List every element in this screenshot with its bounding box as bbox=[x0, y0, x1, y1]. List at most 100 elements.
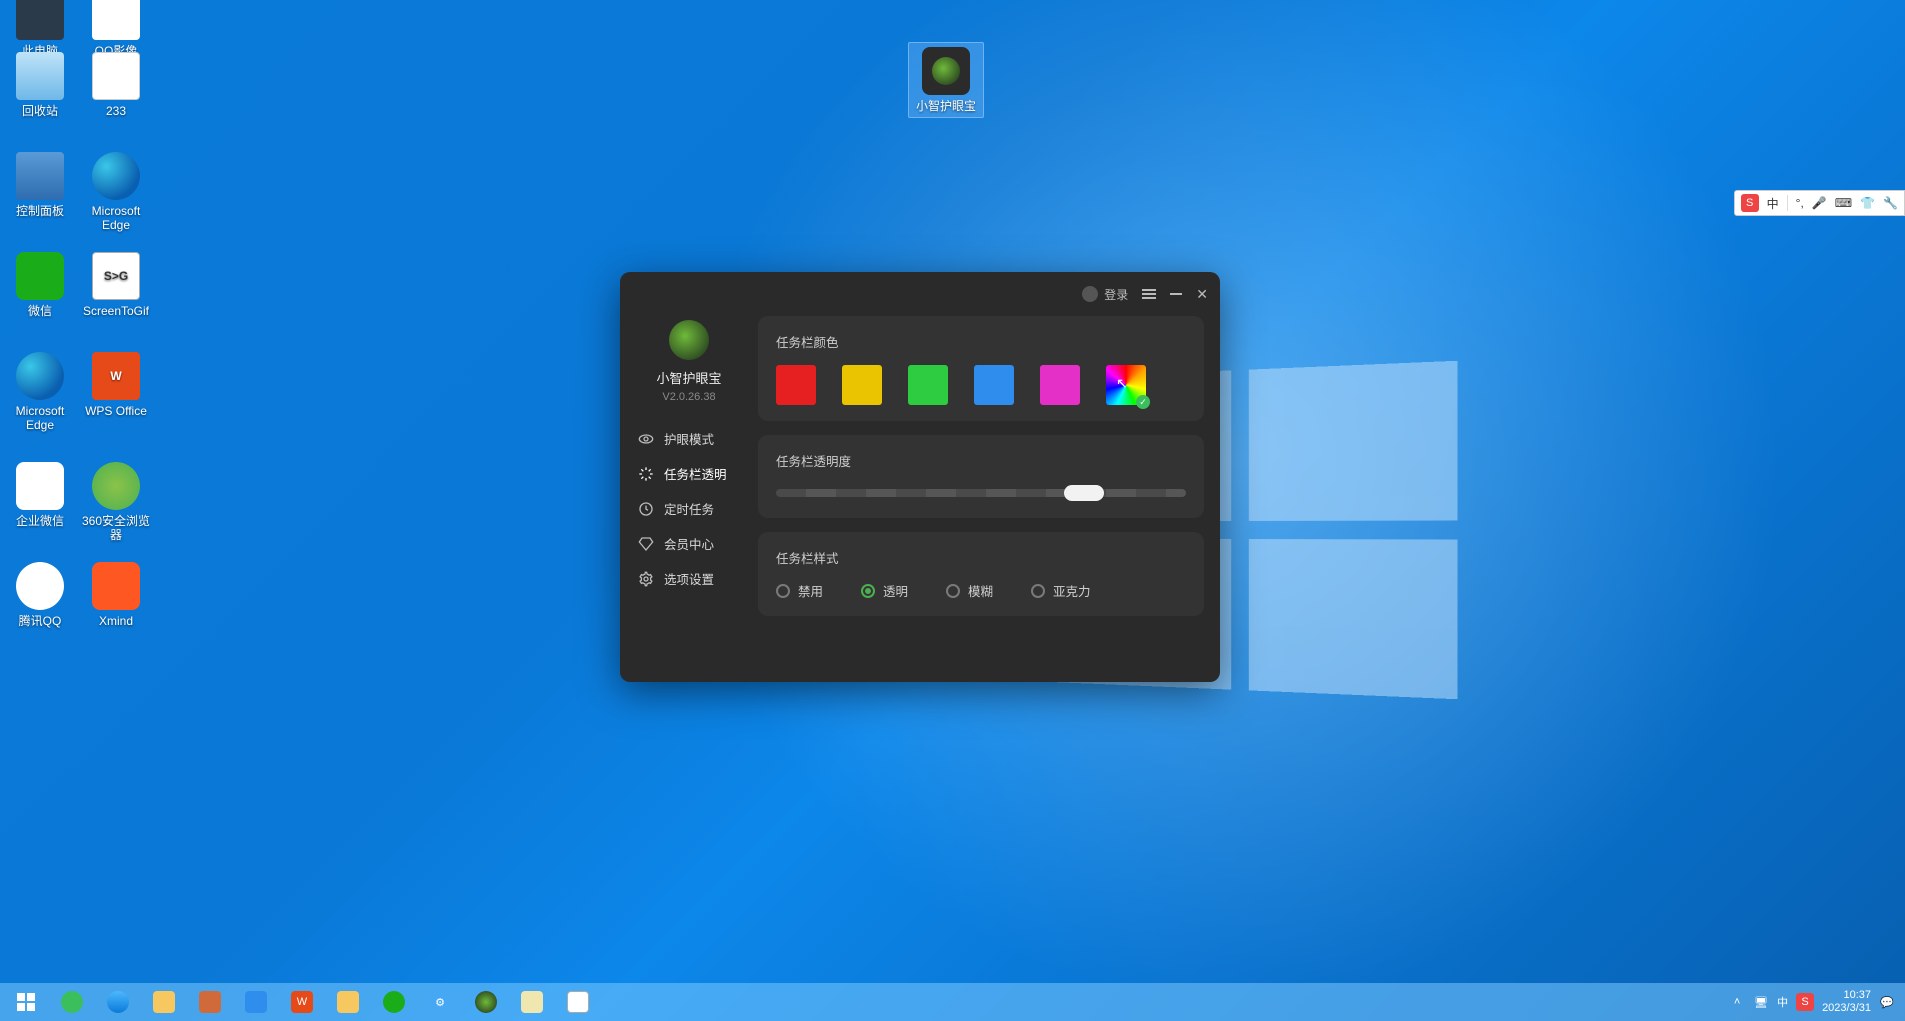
swatch-yellow[interactable] bbox=[842, 365, 882, 405]
windows-icon bbox=[17, 993, 35, 1011]
tray-ime-lang[interactable]: 中 bbox=[1777, 994, 1788, 1010]
panel-colors: 任务栏颜色 ↖ ✓ bbox=[758, 316, 1204, 421]
icon-label: WPS Office bbox=[85, 404, 147, 418]
taskbar-app-360[interactable] bbox=[50, 983, 94, 1021]
nav-label: 护眼模式 bbox=[664, 429, 714, 448]
login-button[interactable]: 登录 bbox=[1082, 286, 1128, 303]
check-icon: ✓ bbox=[1136, 395, 1150, 409]
sparkle-icon bbox=[638, 466, 654, 482]
taskbar-app-blue[interactable] bbox=[234, 983, 278, 1021]
nav-label: 会员中心 bbox=[664, 534, 714, 553]
taskbar-app-wps[interactable]: W bbox=[280, 983, 324, 1021]
content-area: 任务栏颜色 ↖ ✓ 任务栏透明度 bbox=[758, 316, 1220, 682]
taskbar-app-settings[interactable]: ⚙ bbox=[418, 983, 462, 1021]
taskbar-app-eyecare[interactable] bbox=[464, 983, 508, 1021]
ime-mic-icon[interactable]: 🎤 bbox=[1812, 196, 1827, 210]
tray-chevron-up-icon[interactable]: ˄ bbox=[1729, 994, 1745, 1010]
desktop-icon-recycle-bin[interactable]: 回收站 bbox=[2, 52, 78, 118]
taskbar-app-doc[interactable] bbox=[510, 983, 554, 1021]
nav-member[interactable]: 会员中心 bbox=[630, 526, 748, 561]
login-label: 登录 bbox=[1104, 286, 1128, 303]
tray-notifications-icon[interactable]: 💬 bbox=[1879, 994, 1895, 1010]
opacity-slider[interactable] bbox=[776, 484, 1186, 502]
taskbar-app-folder[interactable] bbox=[326, 983, 370, 1021]
icon-label: 控制面板 bbox=[16, 204, 64, 218]
desktop-icon-app-selected[interactable]: 小智护眼宝 bbox=[908, 42, 984, 118]
start-button[interactable] bbox=[4, 983, 48, 1021]
icon-label: 企业微信 bbox=[16, 514, 64, 528]
icon-label: 233 bbox=[106, 104, 126, 118]
swatch-magenta[interactable] bbox=[1040, 365, 1080, 405]
radio-acrylic[interactable]: 亚克力 bbox=[1031, 581, 1091, 600]
cursor-icon: ↖ bbox=[1116, 375, 1128, 392]
desktop-icon-wechat[interactable]: 微信 bbox=[2, 252, 78, 318]
taskbar-app-window[interactable] bbox=[556, 983, 600, 1021]
nav-eye-mode[interactable]: 护眼模式 bbox=[630, 421, 748, 456]
radio-label: 亚克力 bbox=[1053, 581, 1091, 600]
swatch-custom[interactable]: ↖ ✓ bbox=[1106, 365, 1146, 405]
ime-lang[interactable]: 中 bbox=[1767, 195, 1779, 212]
desktop-icon-edge2[interactable]: Microsoft Edge bbox=[2, 352, 78, 433]
desktop-icon-xmind[interactable]: Xmind bbox=[78, 562, 154, 628]
tray-network-icon[interactable]: 🖥 bbox=[1753, 994, 1769, 1010]
clock-icon bbox=[638, 501, 654, 517]
ime-skin-icon[interactable]: 👕 bbox=[1860, 196, 1875, 210]
desktop-icon-textfile[interactable]: 233 bbox=[78, 52, 154, 118]
nav-label: 任务栏透明 bbox=[664, 464, 727, 483]
nav-settings[interactable]: 选项设置 bbox=[630, 561, 748, 596]
desktop-icon-computer[interactable]: 此电脑 bbox=[2, 0, 78, 58]
titlebar[interactable]: 登录 ✕ bbox=[620, 272, 1220, 316]
icon-label: Microsoft Edge bbox=[78, 204, 154, 233]
avatar-icon bbox=[1082, 286, 1098, 302]
eye-icon bbox=[638, 431, 654, 447]
ime-floating-bar[interactable]: S 中 °, 🎤 ⌨ 👕 🔧 bbox=[1734, 190, 1905, 216]
desktop-icon-edge[interactable]: Microsoft Edge bbox=[78, 152, 154, 233]
taskbar-app-explorer[interactable] bbox=[142, 983, 186, 1021]
menu-button[interactable] bbox=[1142, 289, 1156, 299]
icon-label: ScreenToGif bbox=[83, 304, 149, 318]
desktop-icon-control-panel[interactable]: 控制面板 bbox=[2, 152, 78, 218]
app-version: V2.0.26.38 bbox=[662, 391, 715, 403]
sidebar: 小智护眼宝 V2.0.26.38 护眼模式 任务栏透明 bbox=[620, 316, 758, 682]
tray-clock[interactable]: 10:37 2023/3/31 bbox=[1822, 989, 1871, 1014]
panel-style: 任务栏样式 禁用 透明 模糊 bbox=[758, 532, 1204, 616]
nav-label: 选项设置 bbox=[664, 569, 714, 588]
desktop-icon-qq[interactable]: 腾讯QQ bbox=[2, 562, 78, 628]
close-icon: ✕ bbox=[1196, 286, 1208, 303]
system-tray[interactable]: ˄ 🖥 中 S 10:37 2023/3/31 💬 bbox=[1729, 989, 1901, 1014]
taskbar-app-image[interactable] bbox=[188, 983, 232, 1021]
ime-tool-icon[interactable]: 🔧 bbox=[1883, 196, 1898, 210]
panel-opacity: 任务栏透明度 bbox=[758, 435, 1204, 518]
slider-track bbox=[776, 489, 1186, 497]
swatch-green[interactable] bbox=[908, 365, 948, 405]
swatch-red[interactable] bbox=[776, 365, 816, 405]
ime-punct-icon[interactable]: °, bbox=[1796, 196, 1804, 210]
taskbar[interactable]: W ⚙ ˄ 🖥 中 S 10:37 2023/3/31 💬 bbox=[0, 983, 1905, 1021]
radio-disabled[interactable]: 禁用 bbox=[776, 581, 823, 600]
nav-taskbar-transparent[interactable]: 任务栏透明 bbox=[630, 456, 748, 491]
slider-thumb[interactable] bbox=[1064, 485, 1104, 501]
icon-label: 微信 bbox=[28, 304, 52, 318]
icon-label: Xmind bbox=[99, 614, 133, 628]
radio-dot-icon bbox=[861, 584, 875, 598]
tray-sogou-icon[interactable]: S bbox=[1796, 993, 1814, 1011]
desktop-icon-360-browser[interactable]: 360安全浏览器 bbox=[78, 462, 154, 543]
panel-title: 任务栏透明度 bbox=[776, 451, 1186, 470]
taskbar-app-wechat[interactable] bbox=[372, 983, 416, 1021]
diamond-icon bbox=[638, 536, 654, 552]
desktop-icon-enterprise-wechat[interactable]: 企业微信 bbox=[2, 462, 78, 528]
icon-label: 回收站 bbox=[22, 104, 58, 118]
desktop-icon-screentogif[interactable]: S>GScreenToGif bbox=[78, 252, 154, 318]
radio-transparent[interactable]: 透明 bbox=[861, 581, 908, 600]
swatch-blue[interactable] bbox=[974, 365, 1014, 405]
desktop-icon-qqimage[interactable]: QQ影像 bbox=[78, 0, 154, 58]
close-button[interactable]: ✕ bbox=[1196, 286, 1208, 303]
radio-blur[interactable]: 模糊 bbox=[946, 581, 993, 600]
icon-label: Microsoft Edge bbox=[2, 404, 78, 433]
taskbar-app-browser[interactable] bbox=[96, 983, 140, 1021]
icon-label: 腾讯QQ bbox=[19, 614, 62, 628]
minimize-button[interactable] bbox=[1170, 293, 1182, 295]
ime-keyboard-icon[interactable]: ⌨ bbox=[1835, 196, 1852, 210]
desktop-icon-wps[interactable]: WWPS Office bbox=[78, 352, 154, 418]
nav-timer[interactable]: 定时任务 bbox=[630, 491, 748, 526]
